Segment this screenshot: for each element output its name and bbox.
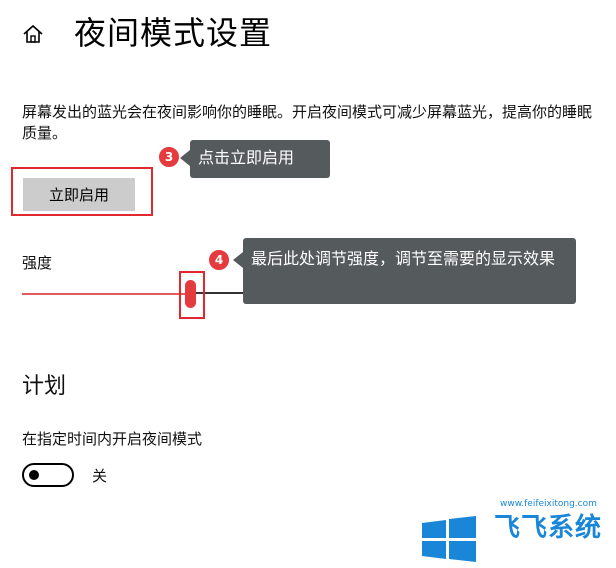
schedule-toggle-state: 关	[92, 467, 108, 485]
step-3-badge: 3	[157, 145, 181, 169]
schedule-toggle[interactable]	[22, 463, 74, 487]
step-4-callout: 最后此处调节强度，调节至需要的显示效果	[243, 238, 576, 304]
callout-4-tail	[233, 252, 243, 268]
strength-label: 强度	[22, 254, 53, 272]
schedule-heading: 计划	[22, 374, 67, 399]
annotation-highlight-box-button	[11, 167, 153, 216]
strength-slider-track-filled[interactable]	[22, 293, 192, 295]
toggle-knob	[29, 470, 39, 480]
step-3-callout: 点击立即启用	[190, 140, 330, 178]
description-text: 屏幕发出的蓝光会在夜间影响你的睡眠。开启夜间模式可减少屏幕蓝光，提高你的睡眠质量…	[22, 103, 593, 142]
watermark-brand: 飞飞系统	[494, 513, 603, 543]
home-icon[interactable]	[22, 23, 44, 45]
step-4-badge: 4	[207, 248, 231, 272]
schedule-toggle-label: 在指定时间内开启夜间模式	[22, 430, 203, 448]
callout-3-tail	[180, 150, 190, 166]
watermark-url: www.feifeixitong.com	[500, 499, 597, 509]
page-title: 夜间模式设置	[74, 14, 273, 52]
windows-logo-icon	[422, 516, 476, 562]
annotation-highlight-box-slider	[179, 271, 205, 319]
